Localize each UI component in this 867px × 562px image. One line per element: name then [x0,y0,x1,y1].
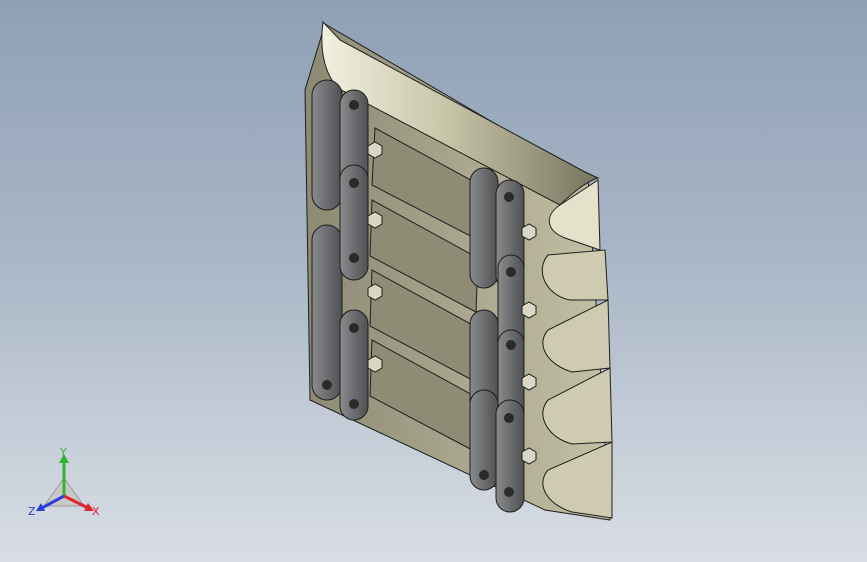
3d-model-view[interactable] [0,0,867,562]
chain-right[interactable] [469,167,525,513]
y-axis-label: Y [59,448,67,459]
orientation-triad[interactable]: Y X Z [24,448,104,528]
x-axis-label: X [92,505,100,518]
chain-left-back[interactable] [311,79,343,401]
z-axis-label: Z [28,505,36,518]
graphics-viewport[interactable]: Y X Z [0,0,867,562]
